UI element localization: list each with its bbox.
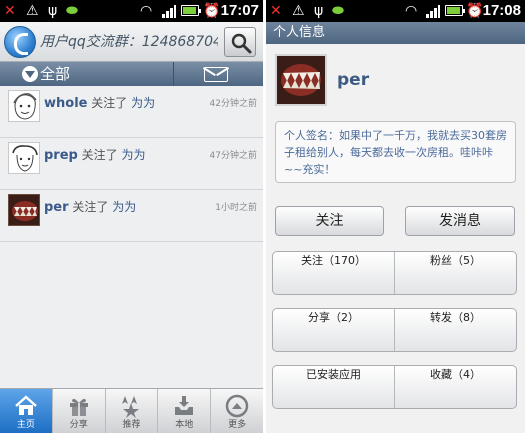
- warning-icon: ⚠: [292, 3, 305, 19]
- username-link[interactable]: per: [44, 200, 69, 215]
- usb-debug-icon: ✕: [4, 3, 16, 19]
- avatar[interactable]: [8, 194, 40, 226]
- home-icon: [15, 395, 37, 415]
- sketch-face-icon: [12, 145, 38, 172]
- wifi-icon: ◠: [140, 3, 153, 19]
- installed-apps-button[interactable]: 已安装应用: [273, 366, 395, 408]
- feed-text: prep 关注了 为为: [44, 146, 146, 163]
- search-icon: [231, 33, 252, 54]
- signature-box: 个人签名：如果中了一千万，我就去买30套房子租给别人，每天都去收一次房租。哇咔咔…: [275, 121, 516, 183]
- title-bar: 个人信息: [266, 22, 525, 44]
- activity-feed: whole 关注了 为为 42分钟之前 prep 关注了 为为 47分钟之前 p…: [0, 86, 263, 242]
- status-time: 17:07: [220, 2, 259, 19]
- page-title: 个人信息: [273, 25, 326, 40]
- status-time: 17:08: [482, 2, 521, 19]
- stats-row: 分享（2） 转发（8）: [272, 308, 517, 352]
- following-count-button[interactable]: 关注（170）: [273, 252, 395, 294]
- target-user-link[interactable]: 为为: [131, 96, 155, 110]
- more-icon: [225, 394, 249, 418]
- feed-timestamp: 47分钟之前: [209, 151, 257, 161]
- list-item[interactable]: per 关注了 为为 1小时之前: [0, 190, 263, 242]
- feed-screen: ✕ ⚠ ψ ⬬ ◠ ⏰ 17:07 用户qq交流群：124868704 全部 w…: [0, 0, 263, 433]
- target-user-link[interactable]: 为为: [122, 148, 146, 162]
- profile-avatar[interactable]: [275, 54, 327, 106]
- feed-timestamp: 42分钟之前: [209, 99, 257, 109]
- profile-name: per: [337, 70, 370, 90]
- feed-timestamp: 1小时之前: [215, 203, 257, 213]
- feed-text: whole 关注了 为为: [44, 94, 155, 111]
- reposts-count-button[interactable]: 转发（8）: [395, 309, 516, 351]
- search-button[interactable]: [224, 27, 256, 57]
- status-bar: ✕ ⚠ ψ ⬬ ◠ ⏰ 17:07: [0, 0, 263, 22]
- feed-text: per 关注了 为为: [44, 198, 136, 215]
- tab-more[interactable]: 更多: [211, 389, 263, 433]
- tab-local[interactable]: 本地: [158, 389, 212, 433]
- download-icon: [175, 396, 194, 415]
- app-notification-icon: ⬬: [66, 3, 78, 19]
- filter-dropdown[interactable]: 全部: [0, 62, 174, 86]
- avatar[interactable]: [8, 142, 40, 174]
- stats-row: 关注（170） 粉丝（5）: [272, 251, 517, 295]
- mail-icon[interactable]: [204, 67, 228, 82]
- profile-screen: ✕ ⚠ ψ ⬬ ◠ ⏰ 17:08 个人信息 per 个人签名：如果中了一千万，…: [266, 0, 525, 433]
- usb-debug-icon: ✕: [270, 3, 282, 19]
- app-logo-button[interactable]: [4, 26, 36, 58]
- battery-icon: [181, 5, 201, 16]
- favorites-count-button[interactable]: 收藏（4）: [395, 366, 516, 408]
- tab-label: 主页: [16, 420, 35, 430]
- signal-icon: [162, 4, 176, 18]
- usb-icon: ψ: [314, 3, 324, 19]
- tab-label: 分享: [69, 420, 88, 430]
- bottom-tab-bar: 主页 分享 推荐 本地 更多: [0, 388, 263, 433]
- app-notification-icon: ⬬: [332, 3, 344, 19]
- shares-count-button[interactable]: 分享（2）: [273, 309, 395, 351]
- tab-label: 更多: [228, 420, 247, 430]
- target-user-link[interactable]: 为为: [112, 200, 136, 214]
- tab-label: 本地: [175, 420, 194, 430]
- warning-icon: ⚠: [26, 3, 39, 19]
- chevron-down-icon: [22, 66, 38, 82]
- tab-label: 推荐: [122, 420, 141, 430]
- star-icon: [122, 396, 140, 418]
- search-header: 用户qq交流群：124868704: [0, 22, 263, 62]
- teeth-icon: [277, 56, 325, 104]
- feed-action: 关注了: [91, 96, 128, 110]
- usb-icon: ψ: [48, 3, 58, 19]
- username-link[interactable]: whole: [44, 96, 87, 111]
- filter-bar: 全部: [0, 62, 263, 86]
- list-item[interactable]: whole 关注了 为为 42分钟之前: [0, 86, 263, 138]
- battery-icon: [445, 5, 465, 16]
- tab-home[interactable]: 主页: [0, 389, 53, 433]
- gift-icon: [69, 398, 88, 416]
- search-input[interactable]: 用户qq交流群：124868704: [40, 31, 218, 53]
- tab-recommend[interactable]: 推荐: [106, 389, 159, 433]
- status-bar: ✕ ⚠ ψ ⬬ ◠ ⏰ 17:08: [266, 0, 525, 22]
- wifi-icon: ◠: [405, 3, 418, 19]
- signal-icon: [426, 4, 440, 18]
- follow-button[interactable]: 关注: [275, 206, 384, 236]
- fans-count-button[interactable]: 粉丝（5）: [395, 252, 516, 294]
- cartoon-face-icon: [13, 93, 37, 120]
- username-link[interactable]: prep: [44, 148, 78, 163]
- send-message-button[interactable]: 发消息: [405, 206, 515, 236]
- filter-label: 全部: [40, 65, 71, 83]
- feed-action: 关注了: [81, 148, 118, 162]
- avatar[interactable]: [8, 90, 40, 122]
- tab-share[interactable]: 分享: [53, 389, 106, 433]
- feed-action: 关注了: [72, 200, 109, 214]
- alarm-icon: ⏰: [203, 3, 221, 19]
- teeth-icon: [9, 195, 39, 225]
- stats-row: 已安装应用 收藏（4）: [272, 365, 517, 409]
- alarm-icon: ⏰: [466, 3, 484, 19]
- list-item[interactable]: prep 关注了 为为 47分钟之前: [0, 138, 263, 190]
